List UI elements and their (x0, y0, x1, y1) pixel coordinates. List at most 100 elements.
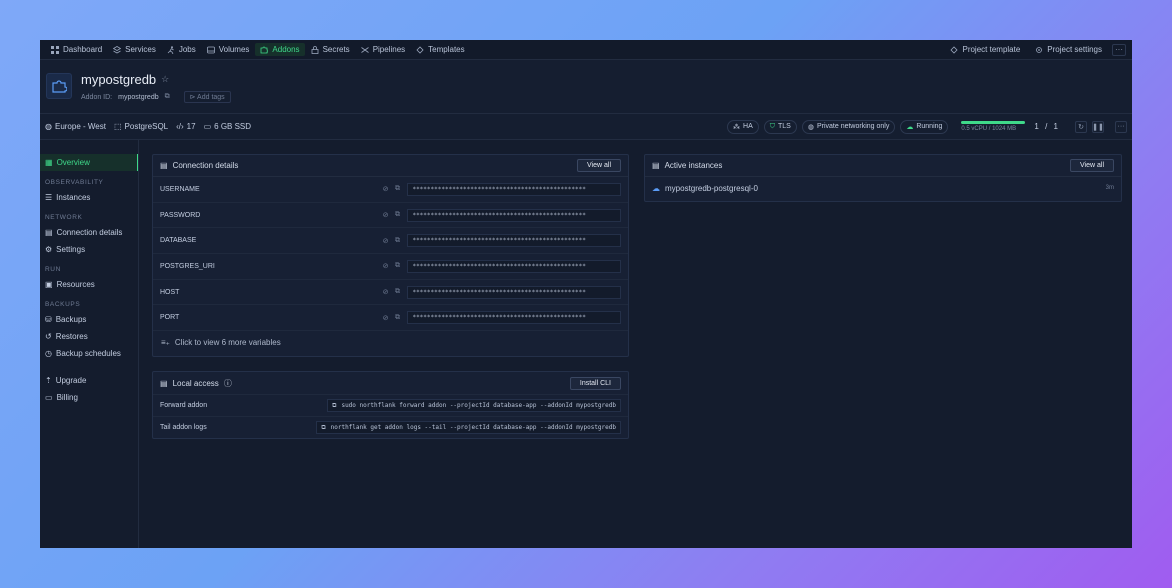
sidebar-item-settings[interactable]: ⚙ Settings (40, 241, 138, 258)
install-cli-button[interactable]: Install CLI (569, 376, 621, 390)
sidebar-item-label: Resources (56, 280, 95, 289)
connection-details-panel: ▤ Connection details View all USERNAME ⊘… (152, 154, 629, 357)
puzzle-icon (261, 46, 269, 53)
top-navigation: Dashboard Services Jobs Volumes Addons S… (40, 40, 1132, 60)
view-more-variables-link[interactable]: ≡₊ Click to view 6 more variables (153, 331, 628, 353)
secret-value[interactable]: ****************************************… (407, 208, 621, 222)
sidebar-item-restores[interactable]: ↺ Restores (40, 328, 138, 345)
nav-secrets[interactable]: Secrets (306, 43, 355, 56)
copy-icon[interactable]: ⧉ (321, 424, 325, 432)
view-all-instances-button[interactable]: View all (1070, 159, 1114, 172)
nav-dashboard[interactable]: Dashboard (46, 43, 107, 56)
nav-templates[interactable]: Templates (411, 43, 469, 56)
resource-usage: 0.5 vCPU / 1024 MB (961, 121, 1026, 132)
copy-icon[interactable]: ⧉ (391, 211, 403, 219)
sidebar-item-connection-details[interactable]: ▤ Connection details (40, 224, 138, 241)
eye-off-icon[interactable]: ⊘ (380, 314, 392, 322)
sidebar-item-upgrade[interactable]: ⇡ Upgrade (40, 372, 138, 389)
info-more-button[interactable]: ··· (1115, 120, 1127, 133)
nav-more-button[interactable]: ··· (1112, 43, 1126, 56)
eye-off-icon[interactable]: ⊘ (380, 211, 392, 219)
status-badge: ☁ Running (900, 119, 949, 134)
secret-row: PORT ⊘ ⧉ *******************************… (153, 305, 628, 332)
nav-pipelines[interactable]: Pipelines (356, 43, 410, 56)
nav-addons-label: Addons (272, 45, 300, 54)
sidebar-item-label: Backup schedules (55, 349, 121, 358)
nav-services[interactable]: Services (108, 43, 161, 56)
copy-icon[interactable]: ⧉ (391, 237, 403, 245)
instance-row[interactable]: ☁ mypostgredb-postgresql-0 3m (645, 177, 1121, 199)
storage-info: ▭ 6 GB SSD (204, 122, 251, 131)
globe-icon: ◍ (45, 122, 52, 131)
sidebar-item-backups[interactable]: ⛁ Backups (40, 311, 138, 328)
restart-button[interactable]: ↻ (1075, 120, 1087, 133)
eye-off-icon[interactable]: ⊘ (380, 262, 392, 270)
sidebar-item-label: Upgrade (55, 376, 87, 385)
sidebar-item-label: Settings (56, 245, 86, 254)
version-label: 17 (186, 122, 196, 131)
ha-badge: ⁂ HA (727, 119, 759, 134)
secret-row: POSTGRES_URI ⊘ ⧉ ***********************… (153, 254, 628, 280)
project-template-link[interactable]: Project template (945, 43, 1025, 56)
pause-button[interactable]: ❚❚ (1092, 120, 1104, 133)
sidebar-item-resources[interactable]: ▣ Resources (40, 276, 138, 293)
copy-icon[interactable]: ⧉ (391, 314, 403, 322)
copy-icon[interactable]: ⧉ (391, 185, 403, 193)
sidebar-item-overview[interactable]: ▦ Overview (40, 154, 138, 171)
nav-services-label: Services (125, 45, 156, 54)
copy-icon[interactable]: ⧉ (332, 402, 336, 410)
project-settings-label: Project settings (1047, 45, 1102, 54)
server-icon: ▤ (652, 161, 660, 170)
region-label: Europe - West (54, 122, 106, 131)
secret-value[interactable]: ****************************************… (407, 259, 621, 273)
add-tags-label: Add tags (197, 94, 225, 101)
sidebar-item-backup-schedules[interactable]: ◷ Backup schedules (40, 345, 138, 362)
instance-age: 3m (1105, 185, 1114, 191)
puzzle-icon (52, 80, 67, 93)
project-settings-link[interactable]: Project settings (1030, 43, 1107, 56)
grid-icon (51, 45, 59, 54)
secret-key: USERNAME (160, 185, 200, 193)
networking-badge: ◍ Private networking only (801, 119, 896, 134)
sidebar-item-instances[interactable]: ☰ Instances (40, 189, 138, 206)
secret-value[interactable]: ****************************************… (407, 285, 621, 299)
secret-value[interactable]: ****************************************… (407, 182, 621, 196)
shield-check-icon: ⛉ (769, 122, 776, 130)
nav-addons[interactable]: Addons (255, 43, 305, 56)
command-box[interactable]: ⧉ northflank get addon logs --tail --pro… (316, 421, 621, 434)
template-icon (950, 45, 959, 54)
list-icon: ☰ (45, 193, 53, 202)
addon-logo (46, 73, 72, 99)
eye-off-icon[interactable]: ⊘ (380, 185, 392, 193)
copy-icon[interactable]: ⧉ (165, 93, 170, 101)
sidebar-item-billing[interactable]: ▭ Billing (40, 389, 138, 406)
lock-icon (311, 45, 318, 54)
nav-volumes[interactable]: Volumes (202, 43, 255, 56)
copy-icon[interactable]: ⧉ (391, 262, 403, 270)
addon-info-bar: ◍ Europe - West ⬚ PostgreSQL ‹/› 17 ▭ 6 … (40, 114, 1132, 140)
help-icon[interactable]: ⓘ (224, 378, 232, 389)
nav-pipelines-label: Pipelines (372, 45, 406, 54)
add-tags-button[interactable]: ⊳ Add tags (183, 91, 231, 103)
view-all-connection-button[interactable]: View all (577, 159, 621, 172)
star-icon[interactable]: ☆ (161, 74, 169, 85)
copy-icon[interactable]: ⧉ (391, 288, 403, 296)
restore-icon: ↺ (45, 332, 52, 341)
layers-icon (113, 45, 122, 53)
eye-off-icon[interactable]: ⊘ (380, 237, 392, 245)
eye-off-icon[interactable]: ⊘ (380, 288, 392, 296)
command-box[interactable]: ⧉ sudo northflank forward addon --projec… (327, 399, 621, 412)
addon-id-label: Addon ID: (81, 93, 113, 101)
project-template-label: Project template (962, 45, 1021, 54)
nav-jobs[interactable]: Jobs (162, 43, 201, 56)
nav-dashboard-label: Dashboard (63, 45, 103, 54)
sidebar-item-label: Connection details (56, 228, 123, 237)
ha-label: HA (743, 123, 753, 130)
cloud-icon: ☁ (652, 183, 660, 193)
secret-row: HOST ⊘ ⧉ *******************************… (153, 280, 628, 306)
secret-value[interactable]: ****************************************… (407, 234, 621, 248)
terminal-icon: ▤ (160, 378, 168, 388)
cloud-icon: ☁ (906, 123, 914, 131)
secret-value[interactable]: ****************************************… (407, 311, 621, 325)
app-window: Dashboard Services Jobs Volumes Addons S… (40, 40, 1132, 548)
